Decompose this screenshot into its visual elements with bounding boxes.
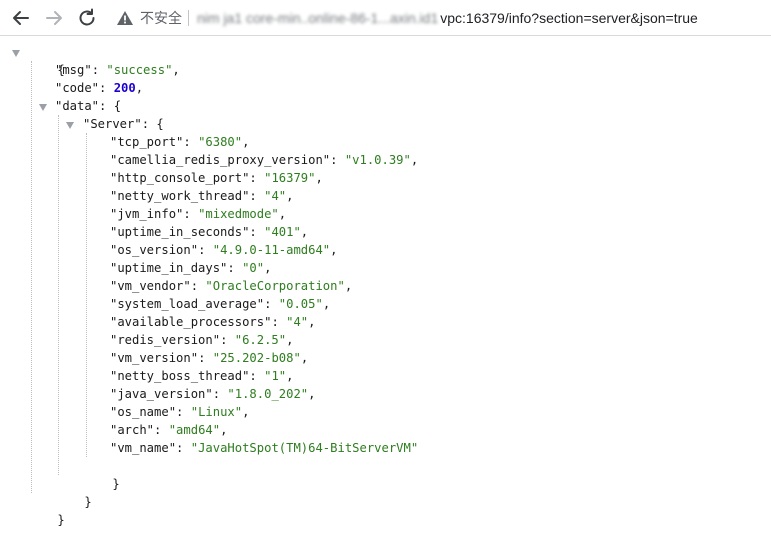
json-line-msg: "msg": "success",: [55, 63, 180, 77]
json-key: "available_processors": [110, 315, 272, 329]
json-key: "tcp_port": [110, 135, 184, 149]
collapse-toggle-data[interactable]: [39, 104, 47, 111]
json-field-row: "vm_vendor": "OracleCorporation",: [110, 279, 353, 293]
arrow-left-icon: [13, 11, 29, 25]
json-key: "data": [55, 99, 100, 113]
json-line-code: "code": 200,: [55, 81, 144, 95]
json-field-row: "uptime_in_seconds": "401",: [110, 225, 309, 239]
json-key: "arch": [110, 423, 155, 437]
json-string-value: "1": [264, 369, 287, 383]
json-string-value: "success": [106, 63, 173, 77]
indent-guide-root: [31, 61, 32, 493]
json-field-row: "redis_version": "6.2.5",: [110, 333, 294, 347]
json-field-row: "jvm_info": "mixedmode",: [110, 207, 287, 221]
json-key: "code": [55, 81, 100, 95]
json-field-row: "java_version": "1.8.0_202",: [110, 387, 316, 401]
json-close-server: }: [83, 457, 119, 491]
json-key: "camellia_redis_proxy_version": [110, 153, 331, 167]
json-key: "uptime_in_days": [110, 261, 228, 275]
json-key: "system_load_average": [110, 297, 265, 311]
json-line-server: "Server": {: [83, 117, 164, 131]
arrow-right-icon: [46, 11, 62, 25]
json-string-value: "401": [264, 225, 301, 239]
address-bar[interactable]: 不安全 nim ja1 core-min..online-86-1...axin…: [108, 4, 771, 32]
json-string-value: "0.05": [278, 297, 323, 311]
json-string-value: "Linux": [190, 405, 243, 419]
warning-triangle-icon: [117, 11, 133, 25]
json-key: "java_version": [110, 387, 213, 401]
close-brace: }: [84, 495, 92, 509]
json-field-row: "arch": "amd64",: [110, 423, 228, 437]
url-separator: [188, 10, 189, 26]
json-key: "redis_version": [110, 333, 221, 347]
json-string-value: "OracleCorporation": [205, 279, 345, 293]
close-brace: }: [112, 477, 120, 491]
json-key: "os_version": [110, 243, 199, 257]
json-line-data: "data": {: [55, 99, 122, 113]
json-key: "netty_work_thread": [110, 189, 250, 203]
json-field-row: "vm_version": "25.202-b08",: [110, 351, 309, 365]
json-close-root: }: [28, 493, 64, 527]
json-field-row: "camellia_redis_proxy_version": "v1.0.39…: [110, 153, 419, 167]
json-string-value: "6.2.5": [234, 333, 287, 347]
reload-button[interactable]: [75, 6, 99, 30]
json-string-value: "6380": [198, 135, 243, 149]
back-button[interactable]: [9, 6, 33, 30]
json-string-value: "25.202-b08": [212, 351, 301, 365]
json-key: "vm_name": [110, 441, 177, 455]
json-key: "netty_boss_thread": [110, 369, 250, 383]
json-key: "vm_version": [110, 351, 199, 365]
json-field-row: "netty_boss_thread": "1",: [110, 369, 294, 383]
json-close-data: }: [55, 475, 91, 509]
json-root-open: {: [28, 43, 64, 77]
json-field-row: "os_name": "Linux",: [110, 405, 250, 419]
reload-icon: [79, 8, 95, 26]
json-string-value: "4": [286, 315, 309, 329]
json-viewer: { "msg": "success", "code": 200, "data":…: [0, 36, 771, 560]
collapse-toggle-root[interactable]: [12, 50, 20, 57]
forward-button[interactable]: [42, 6, 66, 30]
json-key: "http_console_port": [110, 171, 250, 185]
json-field-row: "os_version": "4.9.0-11-amd64",: [110, 243, 338, 257]
json-string-value: "16379": [264, 171, 316, 185]
json-string-value: "1.8.0_202": [227, 387, 309, 401]
json-key: "jvm_info": [110, 207, 184, 221]
json-string-value: "amd64": [168, 423, 221, 437]
json-field-row: "http_console_port": "16379",: [110, 171, 323, 185]
json-number-value: 200: [113, 81, 136, 95]
json-string-value: "JavaHotSpot(TM)64-BitServerVM": [190, 441, 419, 455]
indent-guide-data: [58, 115, 59, 475]
json-key: "vm_vendor": [110, 279, 191, 293]
json-key: "Server": [83, 117, 142, 131]
json-key: "msg": [55, 63, 92, 77]
browser-toolbar: 不安全 nim ja1 core-min..online-86-1...axin…: [0, 0, 771, 36]
json-string-value: "0": [242, 261, 265, 275]
json-string-value: "mixedmode": [198, 207, 279, 221]
json-string-value: "v1.0.39": [344, 153, 411, 167]
indent-guide-server: [86, 133, 87, 457]
close-brace: }: [57, 513, 65, 527]
json-field-row: "available_processors": "4",: [110, 315, 316, 329]
json-string-value: "4": [264, 189, 287, 203]
collapse-toggle-server[interactable]: [66, 122, 74, 129]
json-key: "uptime_in_seconds": [110, 225, 250, 239]
json-key: "os_name": [110, 405, 177, 419]
json-field-row: "netty_work_thread": "4",: [110, 189, 294, 203]
security-status-label[interactable]: 不安全: [140, 8, 182, 28]
json-field-row: "vm_name": "JavaHotSpot(TM)64-BitServerV…: [110, 441, 419, 455]
url-text: vpc:16379/info?section=server&json=true: [440, 10, 698, 26]
json-field-row: "tcp_port": "6380",: [110, 135, 250, 149]
url-host-obscured: nim ja1 core-min..online-86-1...axin.id1: [197, 10, 439, 26]
json-string-value: "4.9.0-11-amd64": [212, 243, 331, 257]
json-field-row: "system_load_average": "0.05",: [110, 297, 331, 311]
json-field-row: "uptime_in_days": "0",: [110, 261, 272, 275]
